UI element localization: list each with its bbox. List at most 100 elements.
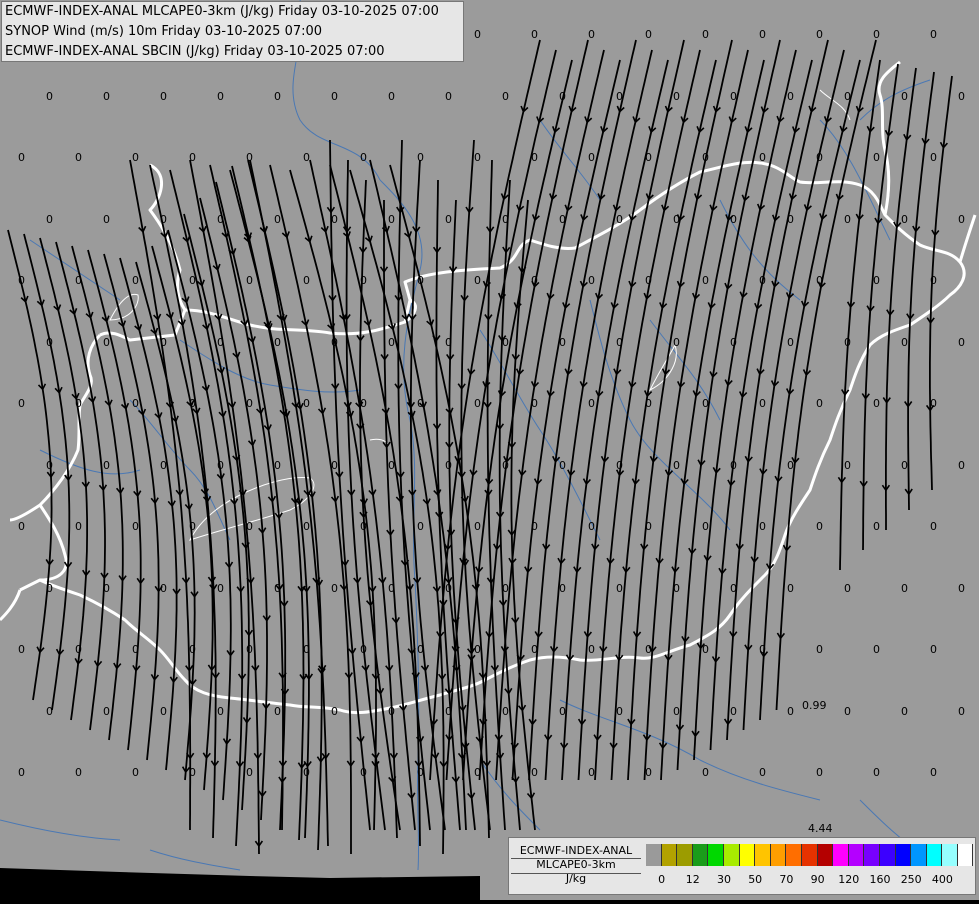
legend-swatch [770,844,787,866]
value-label: 0 [445,336,452,349]
map-canvas[interactable]: 0 0 0 0 0 0 0 0 0 0 0 0 0 0 0 0 0 0 0 0 0 0 0 0 0 0 0 0 0 0 0 0 0 0 0 0 0 0 0 0… [0,0,979,900]
value-label: 0 [873,28,880,41]
value-label: 0 [588,28,595,41]
legend-tick-label: 90 [810,873,825,886]
value-label: 0 [645,520,652,533]
value-label: 0 [559,336,566,349]
value-label: 0 [673,213,680,226]
value-label: 0 [303,520,310,533]
value-label: 0 [132,274,139,287]
value-label: 0 [331,459,338,472]
value-label: 0 [730,336,737,349]
value-label: 0 [702,274,709,287]
value-label: 0 [702,520,709,533]
value-label: 0 [901,705,908,718]
value-label: 0 [759,151,766,164]
value-label: 0 [502,213,509,226]
value-label: 0 [930,151,937,164]
value-label: 0 [18,520,25,533]
value-label: 0 [474,766,481,779]
value-label: 0 [901,336,908,349]
value-label: 0 [189,151,196,164]
value-label: 0 [75,520,82,533]
value-label: 0 [331,705,338,718]
value-label: 0 [160,705,167,718]
legend-tick-label: 400 [931,873,953,886]
value-label: 0 [730,705,737,718]
value-label: 0 [730,582,737,595]
value-label: 0 [730,213,737,226]
value-label: 0 [75,274,82,287]
value-label: 0 [331,336,338,349]
value-label: 0 [75,766,82,779]
value-label: 0 [930,28,937,41]
legend-tick-label: 70 [779,873,794,886]
value-label: 0 [46,213,53,226]
legend-title-model: ECMWF-INDEX-ANAL [519,844,633,857]
value-label: 0 [958,213,965,226]
value-label: 0 [388,90,395,103]
value-label: 0 [160,90,167,103]
legend-swatch [895,844,912,866]
value-label: 0 [75,643,82,656]
weather-map[interactable]: 0 0 0 0 0 0 0 0 0 0 0 0 0 0 0 0 0 0 0 0 0 0 0 0 0 0 0 0 0 0 0 0 0 0 0 0 0 0 0 0… [0,0,979,900]
value-label: 0 [531,28,538,41]
value-label: 0 [588,274,595,287]
value-label: 0 [217,459,224,472]
legend-tick-label: 160 [869,873,891,886]
value-label: 0 [816,397,823,410]
legend-swatch [755,844,771,866]
legend-swatch [646,844,662,866]
value-label: 0 [274,336,281,349]
value-label: 0 [673,705,680,718]
value-label: 0 [474,643,481,656]
legend-tick-label: 120 [838,873,860,886]
legend-tick-label: 0 [658,873,666,886]
value-label: 0 [132,151,139,164]
value-label: 0 [388,459,395,472]
value-label: 0 [46,90,53,103]
value-label: 0 [873,643,880,656]
value-label: 0 [246,766,253,779]
value-label: 0 [502,705,509,718]
value-label: 0 [360,643,367,656]
value-label: 0 [445,582,452,595]
value-label: 0 [246,643,253,656]
legend-swatch [817,844,834,866]
legend-divider [511,873,641,874]
value-label: 0 [217,705,224,718]
value-label: 0 [673,459,680,472]
value-label: 0 [417,520,424,533]
legend-swatch [723,844,740,866]
value-label: 0 [901,90,908,103]
value-label: 0 [103,582,110,595]
legend-swatch [801,844,818,866]
value-label: 0 [502,336,509,349]
value-label: 0 [103,336,110,349]
value-label: 0 [844,582,851,595]
value-label: 0 [18,274,25,287]
value-label: 0 [958,705,965,718]
value-label: 0 [46,336,53,349]
value-label: 0 [873,397,880,410]
value-label: 0 [474,274,481,287]
value-label: 0 [445,705,452,718]
value-label: 0 [331,213,338,226]
value-label: 0 [502,90,509,103]
value-label: 0 [388,213,395,226]
value-label: 0 [474,520,481,533]
color-legend: ECMWF-INDEX-ANAL MLCAPE0-3km J/kg 0 12 30 5… [508,837,976,895]
value-label: 0 [132,766,139,779]
value-label: 0 [702,643,709,656]
value-label: 0 [388,336,395,349]
value-label: 0 [531,643,538,656]
value-label: 0 [645,151,652,164]
value-label: 0 [445,90,452,103]
value-label: 0 [360,397,367,410]
value-label: 0 [274,582,281,595]
legend-title: ECMWF-INDEX-ANAL MLCAPE0-3km J/kg [511,844,641,886]
value-label: 0 [274,705,281,718]
value-label: 0 [445,213,452,226]
value-label: 0 [930,643,937,656]
value-label: 0 [474,151,481,164]
